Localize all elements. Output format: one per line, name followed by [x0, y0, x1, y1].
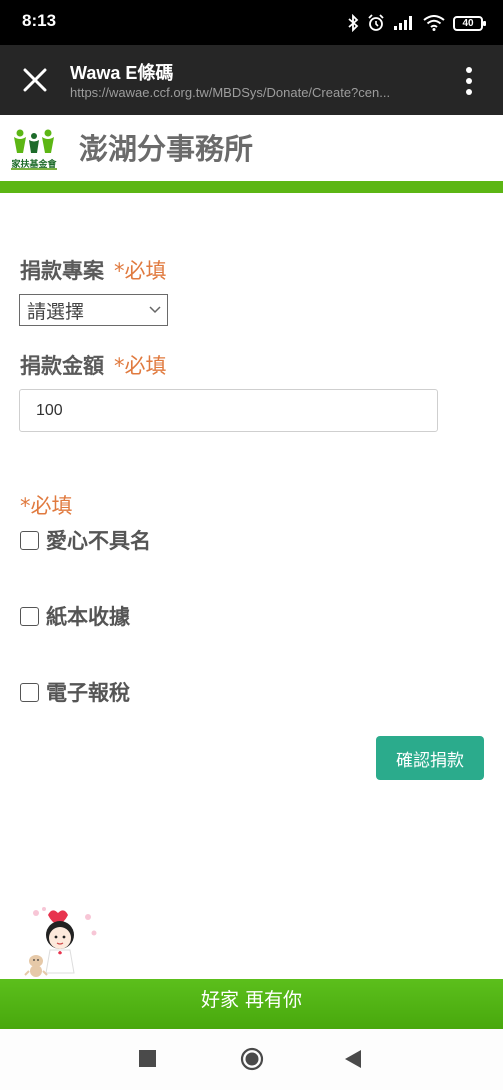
- project-label: 捐款專案 *必填: [20, 255, 167, 285]
- anonymous-checkbox-row[interactable]: 愛心不具名: [20, 525, 151, 555]
- menu-dot: [466, 67, 472, 73]
- wifi-icon: [423, 15, 445, 31]
- amount-label-text: 捐款金額: [20, 354, 104, 378]
- recents-button[interactable]: [139, 1050, 156, 1071]
- back-button[interactable]: [345, 1050, 361, 1072]
- e-tax-checkbox-row[interactable]: 電子報稅: [20, 677, 130, 707]
- family-logo-icon: [14, 129, 54, 153]
- footer-slogan-bar: 好家 再有你: [0, 979, 503, 1029]
- options-required-marker: *必填: [20, 494, 73, 518]
- status-bar: 8:13 40: [0, 0, 503, 45]
- project-label-text: 捐款專案: [20, 259, 104, 283]
- signal-icon: [393, 15, 415, 31]
- close-icon: [23, 68, 47, 92]
- amount-label: 捐款金額 *必填: [20, 350, 167, 380]
- triangle-back-icon: [345, 1050, 361, 1068]
- project-select[interactable]: 請選擇: [19, 294, 168, 326]
- e-tax-label: 電子報稅: [46, 681, 130, 705]
- header-divider: [0, 181, 503, 193]
- menu-dot: [466, 78, 472, 84]
- confirm-donation-button[interactable]: 確認捐款: [376, 736, 484, 780]
- page-tab-title: Wawa E條碼: [70, 63, 174, 83]
- required-marker: *必填: [114, 354, 167, 378]
- logo-underline: [11, 168, 57, 170]
- paper-receipt-label: 紙本收據: [46, 605, 130, 629]
- more-options-button[interactable]: [453, 65, 485, 97]
- alarm-icon: [367, 14, 385, 32]
- site-header: 家扶基金會 澎湖分事務所: [0, 115, 503, 181]
- amount-input[interactable]: 100: [19, 389, 438, 432]
- status-icons: 40: [347, 12, 486, 34]
- close-button[interactable]: [16, 61, 54, 99]
- page-url[interactable]: https://wawae.ccf.org.tw/MBDSys/Donate/C…: [70, 85, 432, 100]
- anonymous-label: 愛心不具名: [46, 529, 151, 553]
- project-select-value: 請選擇: [27, 300, 85, 323]
- circle-icon: [240, 1047, 264, 1071]
- chevron-down-icon: [149, 306, 161, 314]
- paper-receipt-checkbox-row[interactable]: 紙本收據: [20, 601, 130, 631]
- browser-toolbar: Wawa E條碼 https://wawae.ccf.org.tw/MBDSys…: [0, 45, 503, 115]
- e-tax-checkbox[interactable]: [20, 682, 39, 702]
- required-marker: *必填: [114, 259, 167, 283]
- status-time: 8:13: [22, 11, 57, 30]
- ccf-logo[interactable]: 家扶基金會: [9, 127, 59, 173]
- square-icon: [139, 1050, 156, 1067]
- page-title: 澎湖分事務所: [79, 132, 254, 166]
- anonymous-checkbox[interactable]: [20, 530, 39, 550]
- battery-icon: 40: [453, 15, 486, 31]
- menu-dot: [466, 89, 472, 95]
- mascot-illustration: [24, 907, 97, 977]
- home-button[interactable]: [240, 1047, 264, 1075]
- bluetooth-icon: [347, 14, 359, 32]
- footer-slogan: 好家 再有你: [200, 988, 303, 1011]
- system-nav-bar: [0, 1029, 503, 1090]
- paper-receipt-checkbox[interactable]: [20, 606, 39, 626]
